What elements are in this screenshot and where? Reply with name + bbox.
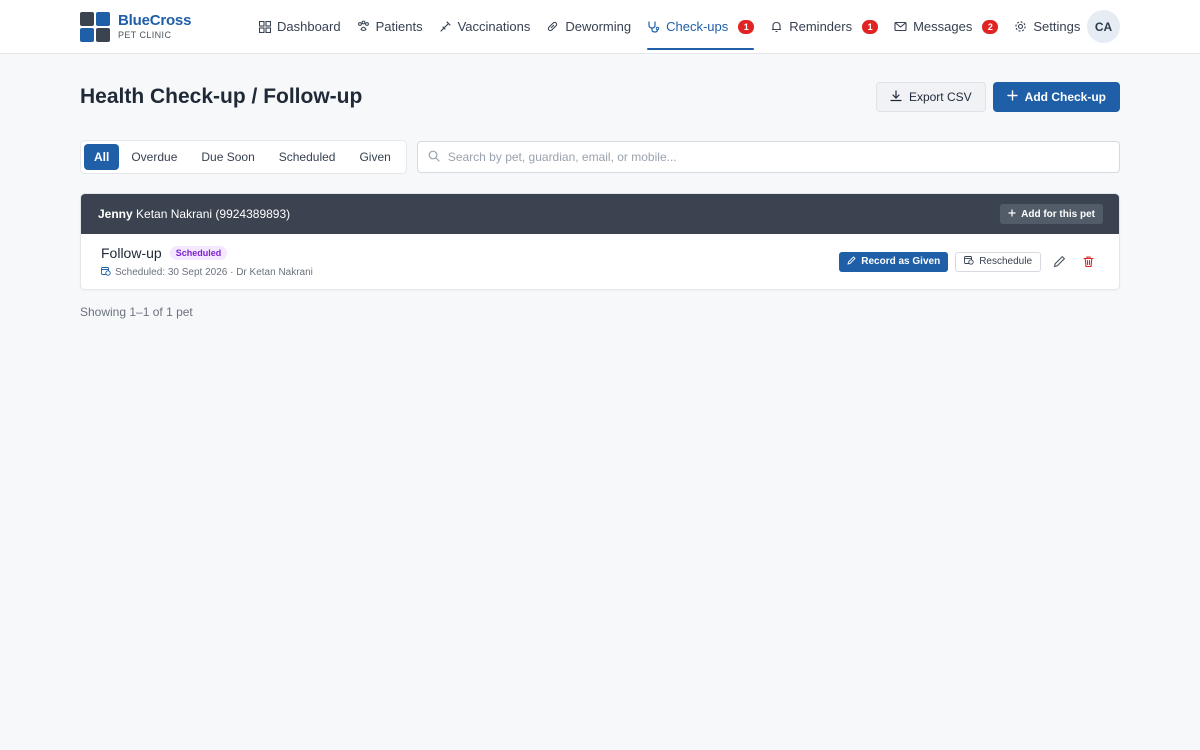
page-header: Health Check-up / Follow-up Export CSV A… <box>80 54 1120 140</box>
edit-icon[interactable] <box>1048 251 1070 273</box>
pet-guardian-line: Jenny Ketan Nakrani (9924389893) <box>98 207 290 221</box>
status-badge: Scheduled <box>169 245 228 260</box>
pet-card-header: Jenny Ketan Nakrani (9924389893) Add for… <box>81 194 1119 234</box>
reschedule-label: Reschedule <box>979 256 1032 267</box>
add-checkup-button[interactable]: Add Check-up <box>992 82 1120 112</box>
entry-actions: Record as Given Reschedule <box>839 251 1099 273</box>
pencil-icon <box>847 255 856 268</box>
tab-all[interactable]: All <box>84 144 120 170</box>
nav-dashboard[interactable]: Dashboard <box>250 0 349 54</box>
pill-icon <box>546 20 559 33</box>
tab-due-soon[interactable]: Due Soon <box>189 144 266 170</box>
stethoscope-icon <box>647 20 660 33</box>
nav-reminders[interactable]: Reminders 1 <box>762 0 886 54</box>
brand-logo[interactable]: BlueCross PET CLINIC <box>80 11 250 42</box>
gear-icon <box>1014 20 1027 33</box>
download-icon <box>890 89 902 105</box>
nav-label: Deworming <box>565 19 632 34</box>
nav-label: Dashboard <box>277 19 341 34</box>
nav-patients[interactable]: Patients <box>349 0 431 54</box>
pagination-summary: Showing 1–1 of 1 pet <box>80 305 193 319</box>
nav-label: Reminders <box>789 19 853 34</box>
record-as-given-label: Record as Given <box>861 256 941 267</box>
pet-card: Jenny Ketan Nakrani (9924389893) Add for… <box>80 193 1120 290</box>
user-avatar[interactable]: CA <box>1087 10 1120 43</box>
paw-icon <box>357 20 370 33</box>
page-title: Health Check-up / Follow-up <box>80 85 363 108</box>
tab-given[interactable]: Given <box>347 144 402 170</box>
main-content: Health Check-up / Follow-up Export CSV A… <box>0 54 1200 319</box>
entry-schedule-detail: Scheduled: 30 Sept 2026 · Dr Ketan Nakra… <box>115 266 313 278</box>
search-icon <box>428 150 440 165</box>
checkups-count-badge: 1 <box>738 19 755 34</box>
search-box <box>416 141 1120 173</box>
nav-messages[interactable]: Messages 2 <box>886 0 1006 54</box>
messages-count-badge: 2 <box>982 19 999 34</box>
nav-label: Check-ups <box>666 19 729 34</box>
nav-label: Patients <box>375 19 423 34</box>
nav-label: Messages <box>913 19 973 34</box>
entry-title: Follow-up <box>101 244 162 261</box>
mail-icon <box>894 20 907 33</box>
export-csv-label: Export CSV <box>908 90 972 104</box>
plus-icon <box>1006 90 1018 104</box>
trash-icon[interactable] <box>1077 251 1099 273</box>
search-input[interactable] <box>447 150 1109 164</box>
checkup-entry: Follow-up Scheduled Scheduled: 30 Sept 2… <box>81 234 1119 289</box>
main-nav: Dashboard Patients Vaccinations Dewormin… <box>250 0 1088 54</box>
page-actions: Export CSV Add Check-up <box>875 82 1120 112</box>
nav-label: Settings <box>1033 19 1081 34</box>
brand-name: BlueCross <box>118 12 192 29</box>
bell-icon <box>770 20 783 33</box>
reminders-count-badge: 1 <box>862 19 879 34</box>
add-for-pet-label: Add for this pet <box>1021 208 1095 220</box>
nav-deworming[interactable]: Deworming <box>538 0 639 54</box>
calendar-clock-icon <box>964 255 974 268</box>
export-csv-button[interactable]: Export CSV <box>875 82 986 112</box>
reschedule-button[interactable]: Reschedule <box>955 251 1041 272</box>
status-filter-tabs: All Overdue Due Soon Scheduled Given <box>80 140 407 174</box>
nav-checkups[interactable]: Check-ups 1 <box>639 0 762 54</box>
plus-icon <box>1008 209 1016 220</box>
guardian-info: Ketan Nakrani (9924389893) <box>136 207 291 221</box>
tab-overdue[interactable]: Overdue <box>119 144 189 170</box>
tab-scheduled[interactable]: Scheduled <box>267 144 348 170</box>
nav-vaccinations[interactable]: Vaccinations <box>431 0 539 54</box>
filter-row: All Overdue Due Soon Scheduled Given <box>80 140 1120 174</box>
calendar-clock-icon <box>101 266 111 279</box>
nav-settings[interactable]: Settings <box>1006 0 1088 54</box>
logo-mark-icon <box>80 11 110 42</box>
add-checkup-label: Add Check-up <box>1024 90 1106 104</box>
syringe-icon <box>439 20 452 33</box>
add-for-pet-button[interactable]: Add for this pet <box>1000 204 1103 224</box>
record-as-given-button[interactable]: Record as Given <box>839 251 949 272</box>
grid-icon <box>258 20 271 33</box>
nav-label: Vaccinations <box>457 19 531 34</box>
brand-subtitle: PET CLINIC <box>118 30 172 40</box>
pet-name: Jenny <box>98 207 133 221</box>
top-nav-bar: BlueCross PET CLINIC Dashboard Patients … <box>0 0 1200 54</box>
